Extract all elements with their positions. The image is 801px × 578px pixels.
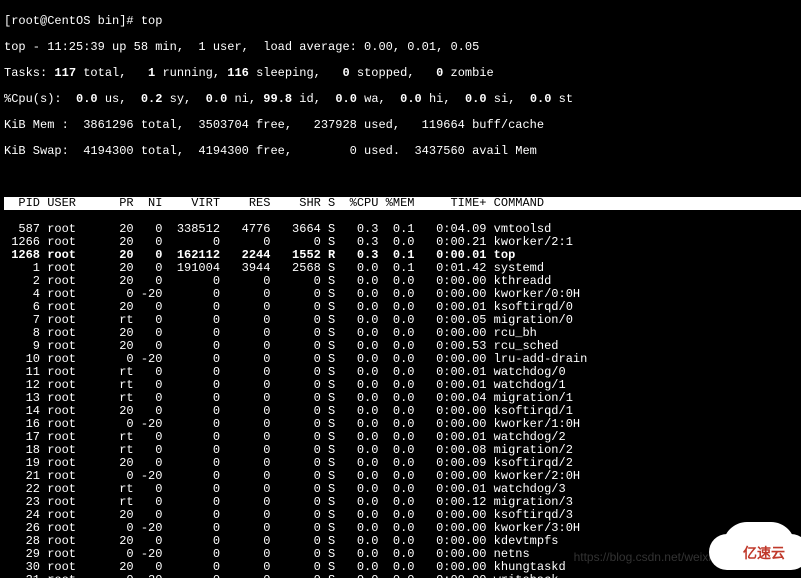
watermark-text: https://blog.csdn.net/weixi (574, 551, 711, 564)
top-tasks-line: Tasks: 117 total, 1 running, 116 sleepin… (4, 67, 797, 80)
column-header: PID USER PR NI VIRT RES SHR S %CPU %MEM … (4, 197, 797, 210)
terminal-output[interactable]: [root@CentOS bin]# top top - 11:25:39 up… (0, 0, 801, 578)
top-swap-line: KiB Swap: 4194300 total, 4194300 free, 0… (4, 145, 797, 158)
top-mem-line: KiB Mem : 3861296 total, 3503704 free, 2… (4, 119, 797, 132)
blank-line (4, 171, 797, 184)
top-cpu-line: %Cpu(s): 0.0 us, 0.2 sy, 0.0 ni, 99.8 id… (4, 93, 797, 106)
cloud-logo-text: 亿速云 (743, 547, 785, 560)
prompt-line: [root@CentOS bin]# top (4, 15, 797, 28)
top-summary-line: top - 11:25:39 up 58 min, 1 user, load a… (4, 41, 797, 54)
process-row: 31 root 0 -20 0 0 0 S 0.0 0.0 0:00.00 wr… (4, 574, 797, 578)
process-list: 587 root 20 0 338512 4776 3664 S 0.3 0.1… (4, 223, 797, 578)
